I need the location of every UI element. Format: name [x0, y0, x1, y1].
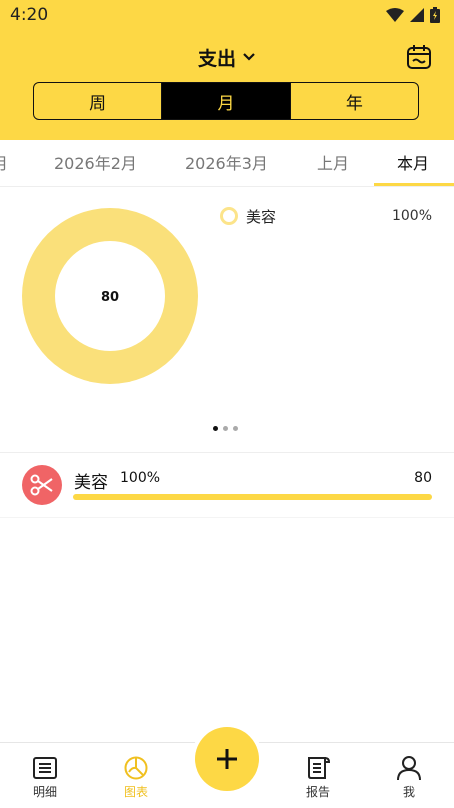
- category-progress-fill: [73, 494, 432, 500]
- nav-label-report: 报告: [305, 785, 330, 799]
- status-time: 4:20: [10, 5, 49, 25]
- category-name: 美容: [74, 473, 108, 493]
- category-amount: 80: [414, 470, 432, 486]
- donut-center-label: 80: [101, 290, 119, 305]
- category-icon-badge: [22, 465, 62, 505]
- calendar-icon[interactable]: [406, 44, 432, 70]
- tab-2026-02[interactable]: 2026年2月: [54, 150, 137, 174]
- legend-percent: 100%: [391, 208, 432, 224]
- nav-item-details[interactable]: 明细: [0, 743, 90, 808]
- page-dot: [213, 426, 218, 431]
- category-percent: 100%: [120, 470, 161, 486]
- list-icon: [33, 757, 57, 779]
- nav-label-charts: 图表: [123, 785, 148, 799]
- status-bar: 4:20: [0, 0, 454, 32]
- pie-chart-icon: [124, 756, 148, 780]
- period-tabs: 月 2026年2月 2026年3月 上月 本月: [0, 140, 454, 187]
- page-dot: [223, 426, 228, 431]
- legend-item: 美容 100%: [220, 205, 432, 227]
- category-progress-track: [73, 494, 432, 500]
- tab-prev-month[interactable]: 月: [0, 150, 8, 174]
- nav-item-report[interactable]: 报告: [273, 743, 363, 808]
- scissors-icon: [30, 474, 53, 496]
- plus-icon: [217, 749, 237, 769]
- status-icons: [386, 7, 440, 23]
- segment-week[interactable]: 周: [34, 83, 161, 119]
- legend-swatch: [220, 207, 238, 225]
- tab-this-month[interactable]: 本月: [397, 150, 429, 174]
- page-dot: [233, 426, 238, 431]
- nav-label-details: 明细: [32, 785, 57, 799]
- tab-last-month[interactable]: 上月: [317, 150, 349, 174]
- period-segmented-control: 周 月 年: [33, 82, 419, 120]
- page-title: 支出: [197, 47, 236, 70]
- header: 4:20 支出 周 月 年: [0, 0, 454, 140]
- person-icon: [397, 756, 421, 781]
- legend-name: 美容: [246, 207, 277, 226]
- signal-icon: [410, 8, 424, 22]
- chevron-down-icon: [243, 53, 255, 61]
- active-tab-indicator: [374, 183, 454, 186]
- segment-year[interactable]: 年: [289, 83, 418, 119]
- nav-item-me[interactable]: 我: [364, 743, 454, 808]
- report-icon: [308, 757, 331, 779]
- tab-2026-03[interactable]: 2026年3月: [185, 150, 268, 174]
- type-selector[interactable]: 支出: [0, 40, 454, 74]
- nav-item-charts[interactable]: 图表: [91, 743, 181, 808]
- divider: [0, 452, 454, 453]
- segment-month[interactable]: 月: [161, 83, 290, 119]
- donut-chart[interactable]: 80: [20, 206, 200, 386]
- add-record-button[interactable]: [195, 727, 259, 791]
- wifi-icon: [386, 8, 404, 22]
- battery-icon: [430, 7, 440, 23]
- page-indicator: [213, 426, 238, 431]
- divider: [0, 517, 454, 518]
- nav-label-me: 我: [402, 785, 415, 799]
